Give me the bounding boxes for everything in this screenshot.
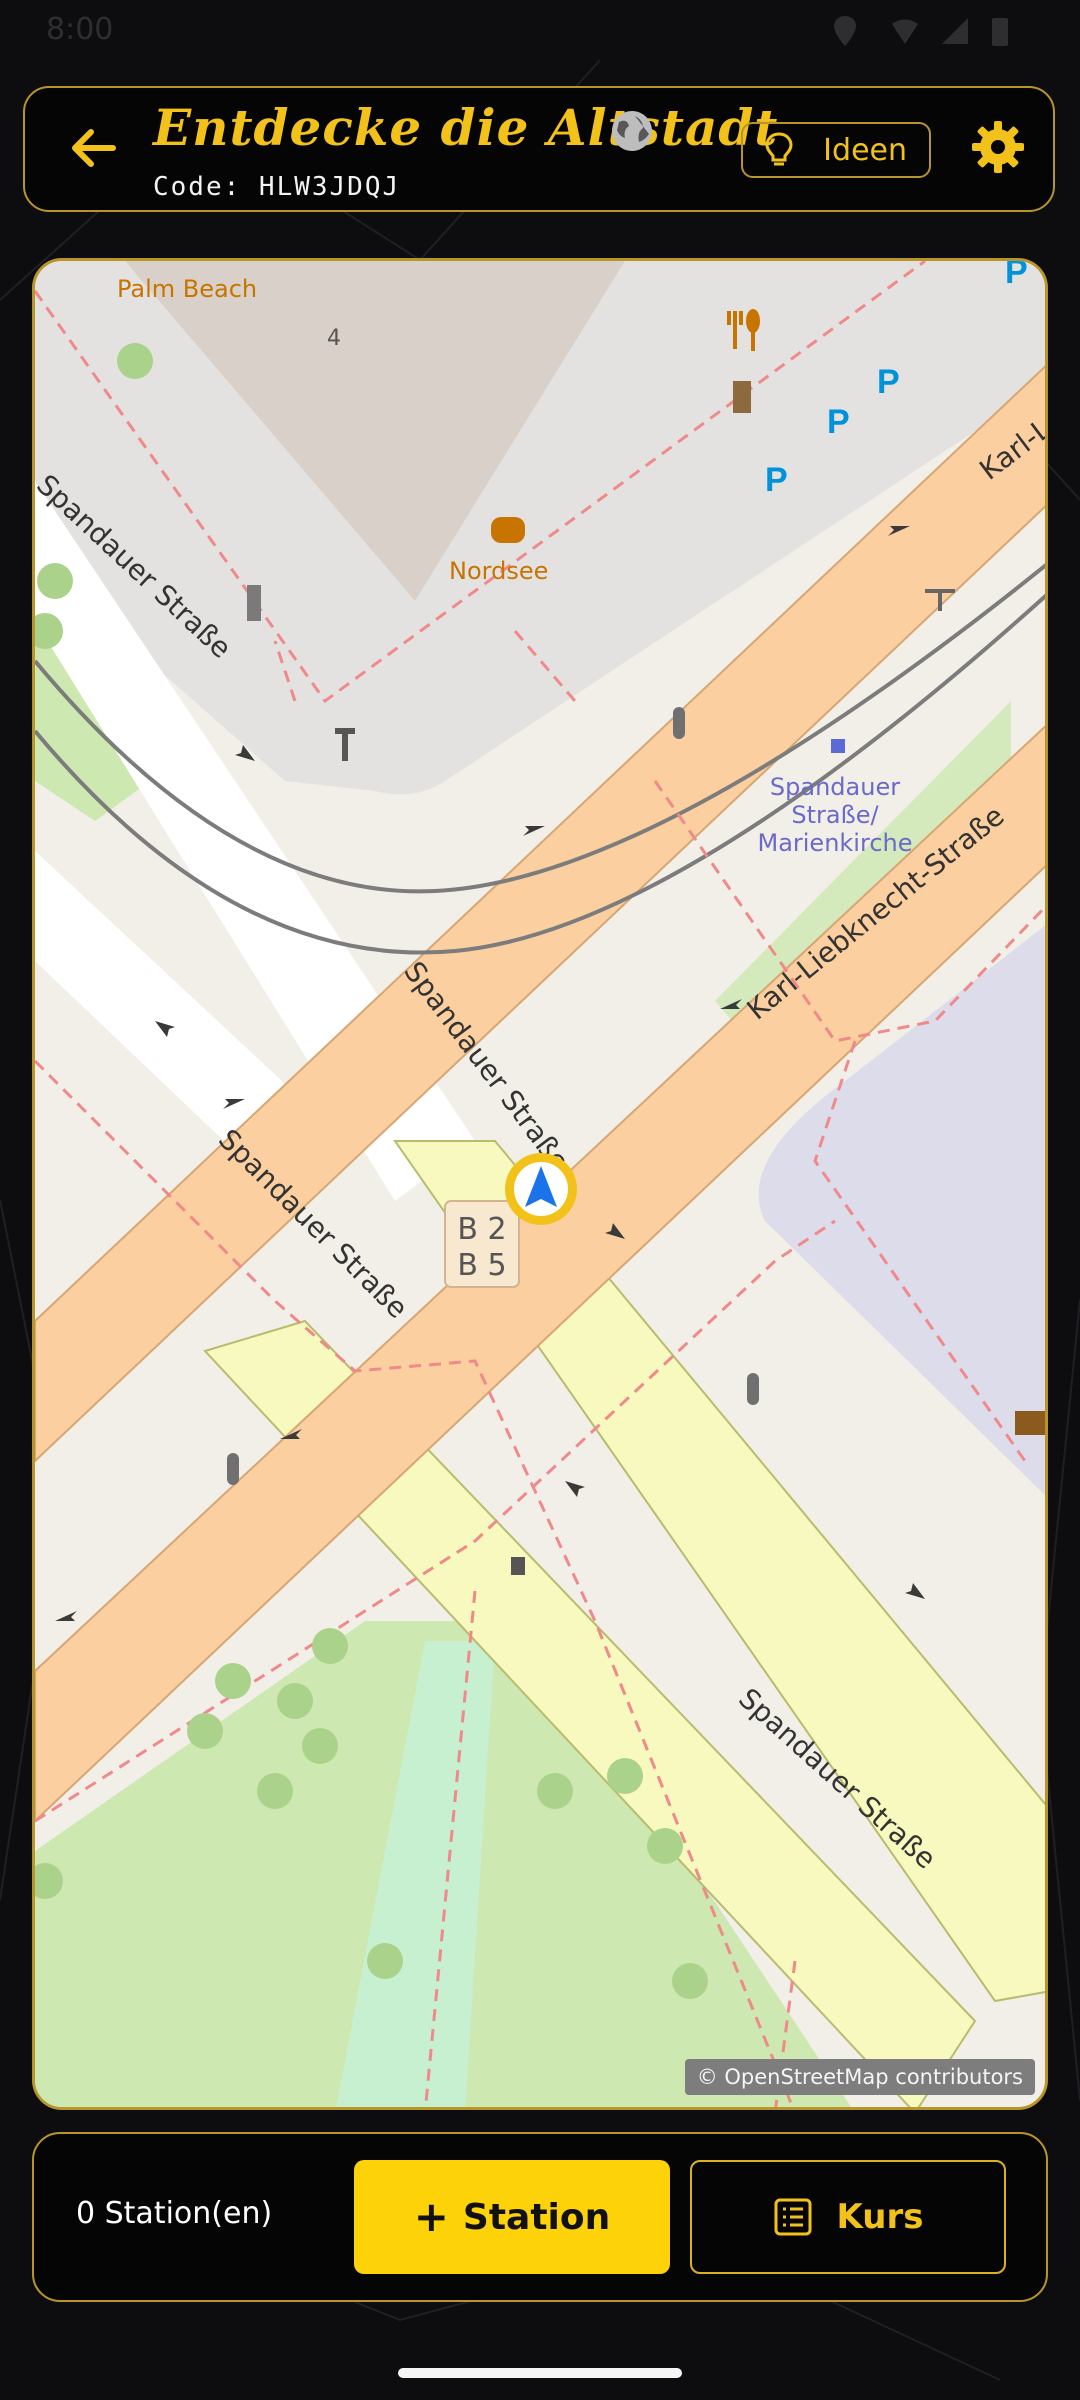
lightbulb-icon	[765, 132, 793, 166]
signal-status-icon	[942, 18, 968, 44]
user-location-marker[interactable]	[505, 1153, 577, 1225]
ideas-button[interactable]: Ideen	[741, 122, 931, 178]
svg-text:P: P	[1005, 261, 1028, 291]
label-house-number: 4	[327, 326, 341, 351]
map-attribution[interactable]: © OpenStreetMap contributors	[684, 2059, 1035, 2095]
label-stop-2: Straße/	[791, 801, 879, 829]
ideas-label: Ideen	[823, 132, 907, 168]
route-b2: B 2	[457, 1212, 506, 1247]
back-arrow-icon[interactable]	[61, 116, 125, 180]
home-indicator[interactable]	[398, 2368, 682, 2378]
station-count: 0 Station(en)	[76, 2196, 273, 2231]
route-b5: B 5	[457, 1248, 506, 1283]
location-status-icon	[834, 16, 856, 46]
map-canvas[interactable]: P P P P Spandauer Straße Spandauer Straß…	[35, 261, 1048, 2110]
wifi-status-icon	[892, 19, 918, 44]
status-bar: 8:00	[0, 0, 1080, 62]
list-icon	[774, 2198, 812, 2236]
svg-text:P: P	[877, 363, 900, 401]
add-station-label: Station	[462, 2196, 611, 2238]
page-title: Entdecke die Altstadt	[153, 98, 779, 157]
svg-text:P: P	[827, 403, 850, 441]
header-card: Entdecke die Altstadt Code: HLW3JDQJ Ide…	[23, 86, 1055, 212]
course-label: Kurs	[836, 2197, 924, 2237]
map-view[interactable]: P P P P Spandauer Straße Spandauer Straß…	[32, 258, 1048, 2110]
plus-icon: +	[413, 2192, 449, 2241]
game-code: Code: HLW3JDQJ	[153, 172, 401, 202]
status-time: 8:00	[46, 12, 114, 47]
battery-status-icon	[992, 18, 1008, 46]
label-palm-beach: Palm Beach	[117, 275, 257, 303]
course-button[interactable]: Kurs	[690, 2160, 1006, 2274]
label-stop-1: Spandauer	[770, 773, 900, 801]
globe-icon[interactable]	[609, 108, 655, 154]
gear-icon[interactable]	[969, 118, 1027, 176]
svg-text:P: P	[765, 461, 788, 499]
route-shield: B 2 B 5	[444, 1200, 520, 1288]
add-station-button[interactable]: + Station	[354, 2160, 670, 2274]
bottom-bar: 0 Station(en) + Station Kurs	[32, 2132, 1048, 2302]
label-nordsee: Nordsee	[449, 557, 548, 585]
label-stop-3: Marienkirche	[757, 829, 912, 857]
